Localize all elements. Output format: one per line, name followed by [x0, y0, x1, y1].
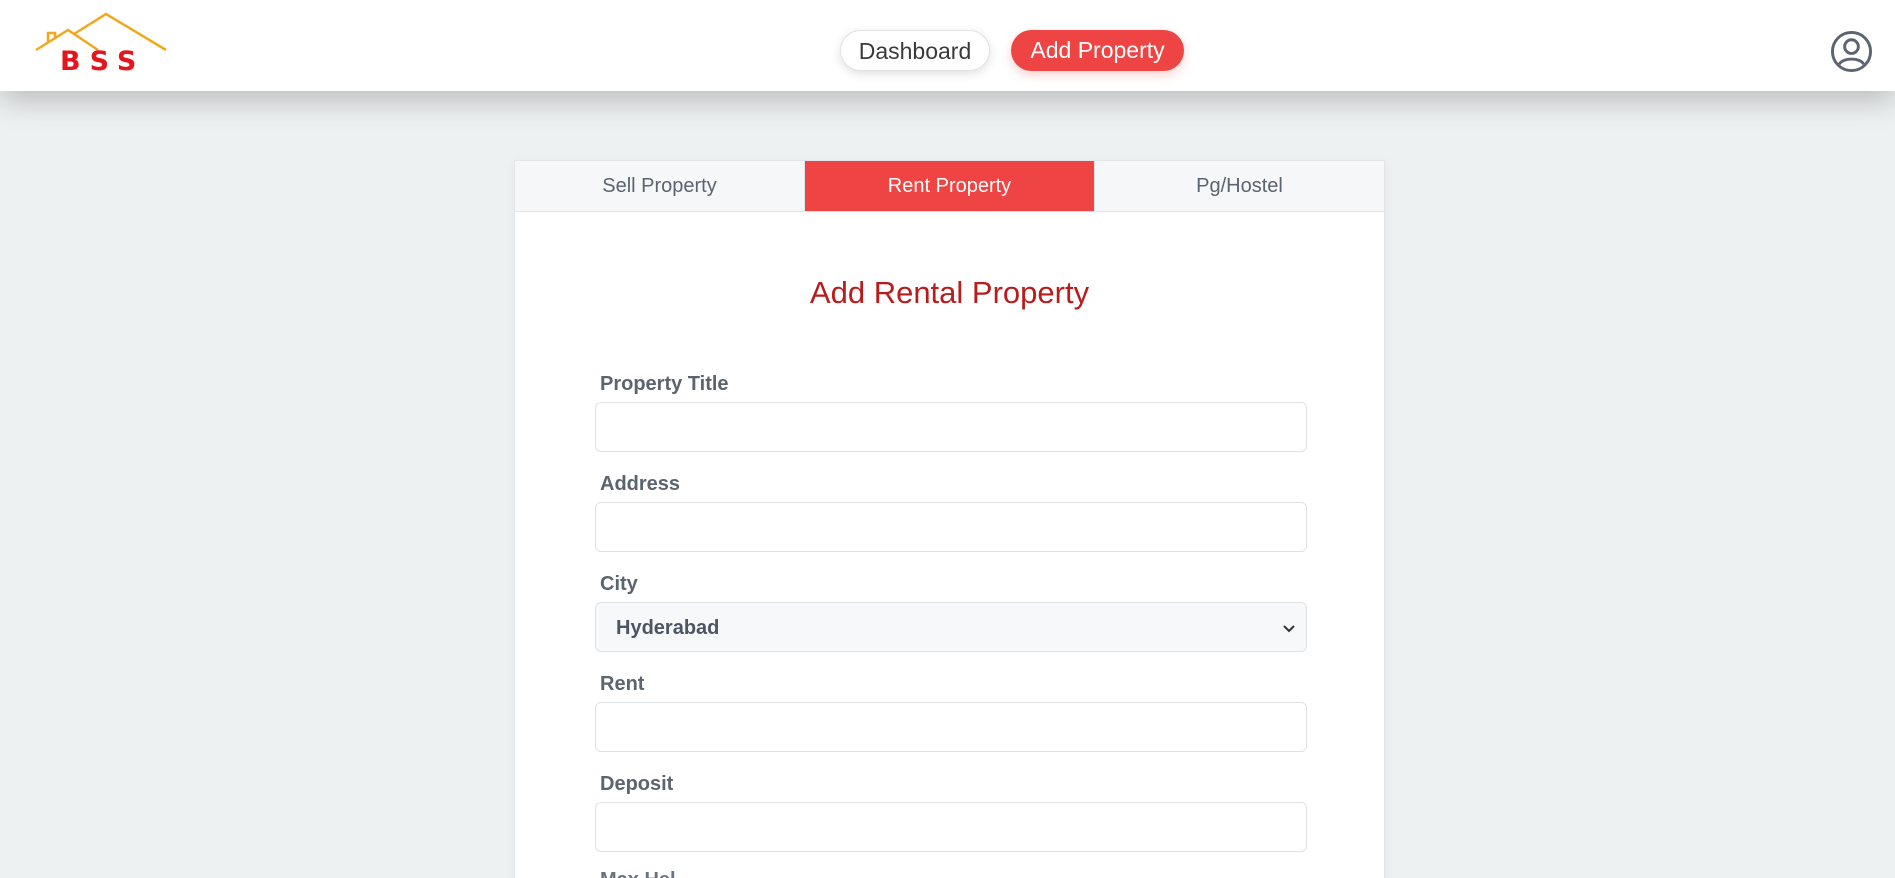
tab-sell-property[interactable]: Sell Property: [515, 161, 804, 211]
city-select-value: Hyderabad: [616, 617, 720, 639]
dashboard-button[interactable]: Dashboard: [840, 30, 990, 71]
form-title: Add Rental Property: [809, 275, 1090, 310]
address-input[interactable]: [595, 502, 1307, 552]
deposit-input[interactable]: [595, 802, 1307, 852]
deposit-label: Deposit: [600, 773, 674, 795]
property-title-input[interactable]: [595, 402, 1307, 452]
user-circle-icon[interactable]: [1830, 30, 1873, 73]
logo-text: BSS: [60, 46, 146, 77]
property-type-tabs: Sell Property Rent Property Pg/Hostel: [515, 161, 1384, 212]
tab-rent-property[interactable]: Rent Property: [804, 161, 1095, 211]
rent-input[interactable]: [595, 702, 1307, 752]
bss-logo[interactable]: BSS: [34, 12, 168, 80]
address-label: Address: [600, 473, 681, 495]
chevron-down-icon: [1283, 625, 1295, 633]
add-property-button[interactable]: Add Property: [1011, 30, 1184, 71]
next-field-label: Max Hel: [600, 870, 676, 878]
property-form-card: Sell Property Rent Property Pg/Hostel Ad…: [514, 160, 1385, 878]
rent-label: Rent: [600, 673, 645, 695]
city-select[interactable]: Hyderabad: [595, 602, 1307, 652]
property-title-label: Property Title: [600, 373, 729, 395]
tab-pg-hostel[interactable]: Pg/Hostel: [1095, 161, 1384, 211]
top-navbar: BSS Dashboard Add Property: [0, 0, 1895, 91]
city-label: City: [600, 573, 638, 595]
